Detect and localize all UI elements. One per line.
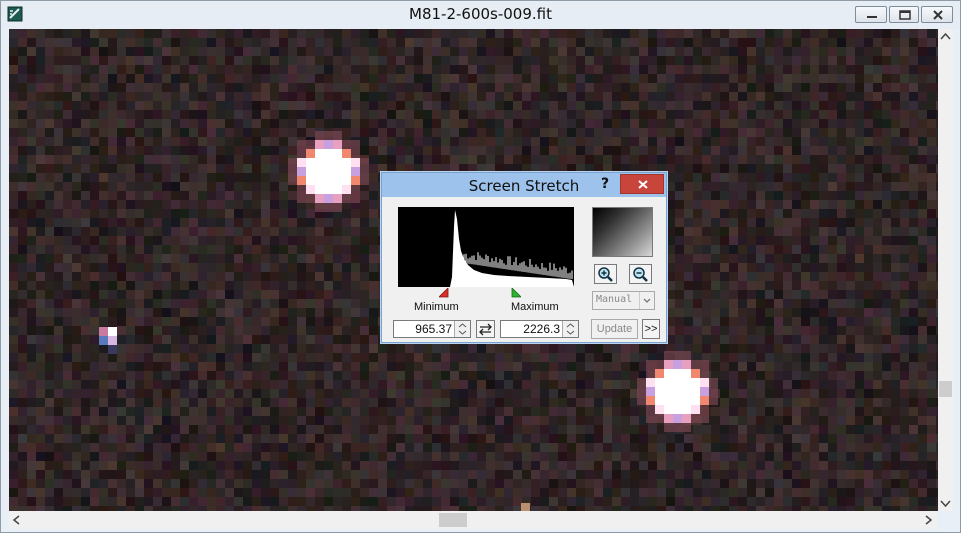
window-titlebar[interactable]: M81-2-600s-009.fit: [1, 1, 960, 29]
window-title: M81-2-600s-009.fit: [409, 5, 552, 23]
minimize-button[interactable]: [855, 6, 887, 23]
maximize-button[interactable]: [889, 6, 919, 23]
zoom-out-icon: [633, 267, 648, 282]
stretch-mode-value: Manual: [596, 294, 633, 305]
minimum-value[interactable]: 965.37: [415, 322, 452, 336]
scroll-down-arrow-icon[interactable]: [938, 497, 953, 509]
spinner-arrows-icon[interactable]: [455, 321, 470, 337]
zoom-in-button[interactable]: [594, 264, 617, 284]
more-options-button[interactable]: >>: [642, 319, 660, 339]
close-icon: [933, 10, 943, 20]
stretch-preview-gradient: [592, 207, 653, 257]
maximum-marker-icon[interactable]: [511, 288, 521, 298]
vertical-scrollbar[interactable]: [938, 29, 953, 511]
scroll-left-arrow-icon[interactable]: [11, 514, 23, 526]
maximum-spinner-buttons[interactable]: [562, 321, 578, 337]
maximum-label: Maximum: [511, 301, 559, 313]
screen-stretch-dialog: Screen Stretch ? Minimum Maximum 965.37 …: [381, 172, 667, 343]
dialog-close-button[interactable]: [620, 174, 664, 194]
minimum-label: Minimum: [414, 301, 459, 313]
horizontal-scrollbar[interactable]: [9, 511, 938, 529]
update-button[interactable]: Update: [591, 319, 638, 339]
scroll-right-arrow-icon[interactable]: [922, 514, 934, 526]
dialog-titlebar[interactable]: Screen Stretch ?: [382, 173, 666, 197]
chevron-down-icon[interactable]: [639, 292, 654, 309]
histogram-plot[interactable]: [398, 207, 574, 287]
swap-icon: [479, 323, 492, 336]
window-close-button[interactable]: [921, 6, 953, 23]
zoom-in-icon: [598, 267, 613, 282]
spinner-arrows-icon[interactable]: [563, 321, 578, 337]
help-button[interactable]: ?: [601, 176, 609, 192]
swap-button[interactable]: [476, 320, 495, 338]
maximum-value-input[interactable]: 2226.3: [500, 320, 579, 338]
maximize-icon: [899, 10, 911, 20]
minimum-value-input[interactable]: 965.37: [393, 320, 471, 338]
scroll-up-arrow-icon[interactable]: [938, 31, 953, 43]
minimum-marker-icon[interactable]: [439, 288, 449, 298]
stretch-mode-select[interactable]: Manual: [592, 291, 655, 310]
zoom-out-button[interactable]: [629, 264, 652, 284]
maximum-value[interactable]: 2226.3: [523, 322, 560, 336]
minimum-spinner-buttons[interactable]: [454, 321, 470, 337]
horizontal-scroll-thumb[interactable]: [439, 513, 467, 527]
minimize-icon: [867, 16, 877, 18]
close-icon: [638, 180, 648, 189]
vertical-scroll-thumb[interactable]: [939, 381, 952, 397]
